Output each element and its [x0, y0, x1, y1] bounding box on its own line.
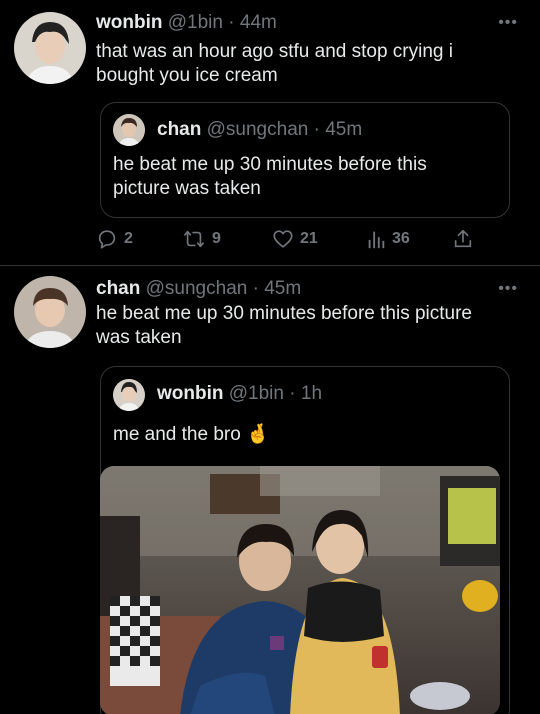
views-button[interactable]: 36: [366, 228, 410, 250]
quoted-text: me and the bro 🤞: [113, 424, 270, 445]
quoted-avatar-chan: [113, 114, 145, 146]
separator-dot: ·: [228, 12, 235, 33]
more-options-icon[interactable]: •••: [498, 14, 518, 32]
quoted-author-name: wonbin: [157, 383, 224, 404]
quoted-text: he beat me up 30 minutes before this pic…: [113, 153, 427, 201]
quoted-text-line: he beat me up 30 minutes before this: [113, 154, 427, 175]
tweet-text-line: that was an hour ago stfu and stop cryin…: [96, 41, 453, 62]
like-button[interactable]: 21: [272, 228, 318, 250]
quoted-avatar-image: [113, 114, 145, 146]
heart-icon: [273, 230, 293, 248]
quoted-avatar-wonbin: [113, 379, 145, 411]
tweet-wonbin[interactable]: wonbin @1bin · 44m ••• that was an hour …: [0, 0, 540, 265]
retweet-count: 9: [212, 230, 221, 247]
retweet-icon: [184, 230, 204, 248]
separator-dot: ·: [289, 383, 296, 404]
more-options-icon[interactable]: •••: [498, 280, 518, 298]
separator-dot: ·: [252, 278, 259, 299]
views-icon: [368, 231, 385, 249]
quoted-tweet[interactable]: chan @sungchan · 45m he beat me up 30 mi…: [100, 102, 510, 218]
tweet-text-line: he beat me up 30 minutes before this pic…: [96, 303, 473, 324]
author-name[interactable]: wonbin: [96, 12, 162, 33]
quoted-author-handle: @sungchan: [206, 119, 309, 140]
share-button[interactable]: [452, 228, 480, 250]
author-handle[interactable]: @sungchan: [146, 278, 248, 299]
avatar-chan-image: [14, 276, 86, 348]
quoted-photo[interactable]: [100, 466, 500, 714]
quoted-timestamp: 45m: [325, 119, 363, 140]
avatar-wonbin[interactable]: [14, 12, 86, 84]
share-icon: [454, 229, 472, 248]
avatar-wonbin-image: [14, 12, 86, 84]
quoted-text-line: picture was taken: [113, 178, 261, 199]
timestamp[interactable]: 45m: [264, 278, 301, 299]
tweet-text: that was an hour ago stfu and stop cryin…: [96, 40, 453, 88]
timestamp[interactable]: 44m: [240, 12, 277, 33]
action-bar: 2 9 21 36: [96, 228, 496, 256]
like-count: 21: [300, 230, 318, 247]
avatar-chan[interactable]: [14, 276, 86, 348]
photo-image: [100, 466, 500, 714]
views-count: 36: [392, 230, 410, 247]
reply-count: 2: [124, 230, 133, 247]
reply-icon: [98, 230, 116, 249]
reply-button[interactable]: 2: [96, 228, 133, 250]
tweet-text-line: bought you ice cream: [96, 65, 278, 86]
author-handle[interactable]: @1bin: [168, 12, 223, 33]
quoted-author-handle: @1bin: [228, 383, 284, 404]
quoted-author-name: chan: [157, 119, 202, 140]
tweet-text: he beat me up 30 minutes before this pic…: [96, 302, 472, 350]
retweet-button[interactable]: 9: [182, 228, 221, 250]
tweet-text-line: was taken: [96, 327, 182, 348]
quoted-timestamp: 1h: [300, 383, 323, 404]
quoted-avatar-image: [113, 379, 145, 411]
author-name[interactable]: chan: [96, 278, 140, 299]
separator-dot: ·: [313, 119, 320, 140]
